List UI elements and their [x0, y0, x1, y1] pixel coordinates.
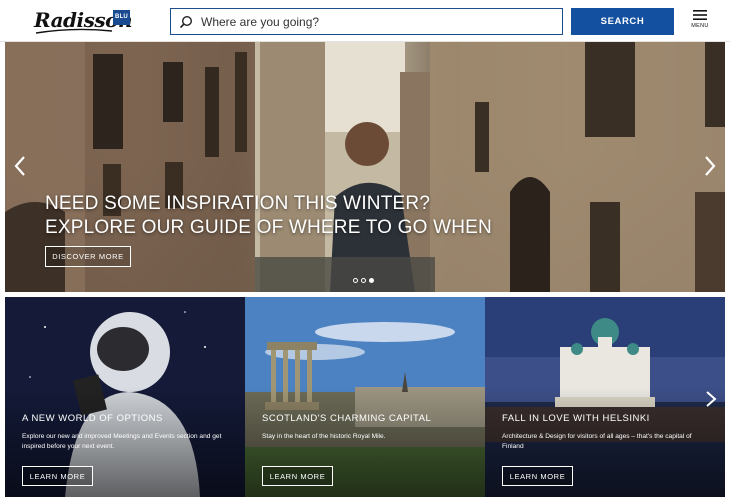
hero-title-line-2: EXPLORE OUR GUIDE OF WHERE TO GO WHEN: [45, 217, 492, 238]
carousel-indicators: [353, 278, 374, 283]
radisson-blu-logo[interactable]: Radisson BLU: [34, 7, 133, 35]
menu-button[interactable]: MENU: [689, 10, 711, 34]
discover-more-button[interactable]: DISCOVER MORE: [45, 246, 131, 267]
chevron-right-icon[interactable]: [703, 155, 717, 177]
hero-title: NEED SOME INSPIRATION THIS WINTER? EXPLO…: [45, 192, 492, 240]
search-input[interactable]: [201, 14, 551, 29]
carousel-dot-2[interactable]: [361, 278, 366, 283]
hero-title-line-1: NEED SOME INSPIRATION THIS WINTER?: [45, 193, 431, 214]
promo-card-edinburgh[interactable]: SCOTLAND'S CHARMING CAPITAL Stay in the …: [245, 297, 485, 497]
learn-more-button[interactable]: LEARN MORE: [262, 466, 333, 486]
hero-carousel: NEED SOME INSPIRATION THIS WINTER? EXPLO…: [5, 42, 725, 292]
search-icon: [179, 15, 193, 28]
site-header: Radisson BLU SEARCH MENU: [0, 0, 730, 42]
card-description: Explore our new and improved Meetings an…: [22, 433, 222, 450]
promo-cards: A NEW WORLD OF OPTIONS Explore our new a…: [5, 297, 725, 497]
cards-chevron-right-icon[interactable]: [705, 390, 717, 408]
logo-swoosh-icon: [36, 28, 112, 34]
search-box[interactable]: [170, 8, 563, 35]
chevron-left-icon[interactable]: [13, 155, 27, 177]
learn-more-button[interactable]: LEARN MORE: [502, 466, 573, 486]
card-title: FALL IN LOVE WITH HELSINKI: [502, 413, 650, 424]
carousel-dot-3[interactable]: [369, 278, 374, 283]
card-description: Stay in the heart of the historic Royal …: [262, 433, 386, 440]
card-title: A NEW WORLD OF OPTIONS: [22, 413, 163, 424]
promo-card-helsinki[interactable]: FALL IN LOVE WITH HELSINKI Architecture …: [485, 297, 725, 497]
search-button[interactable]: SEARCH: [571, 8, 674, 35]
logo-badge: BLU: [113, 10, 130, 25]
card-title: SCOTLAND'S CHARMING CAPITAL: [262, 413, 432, 424]
card-description: Architecture & Design for visitors of al…: [502, 433, 692, 450]
promo-card-meetings[interactable]: A NEW WORLD OF OPTIONS Explore our new a…: [5, 297, 245, 497]
menu-label: MENU: [691, 23, 709, 29]
hamburger-menu-icon: [693, 10, 707, 20]
carousel-dot-1[interactable]: [353, 278, 358, 283]
learn-more-button[interactable]: LEARN MORE: [22, 466, 93, 486]
